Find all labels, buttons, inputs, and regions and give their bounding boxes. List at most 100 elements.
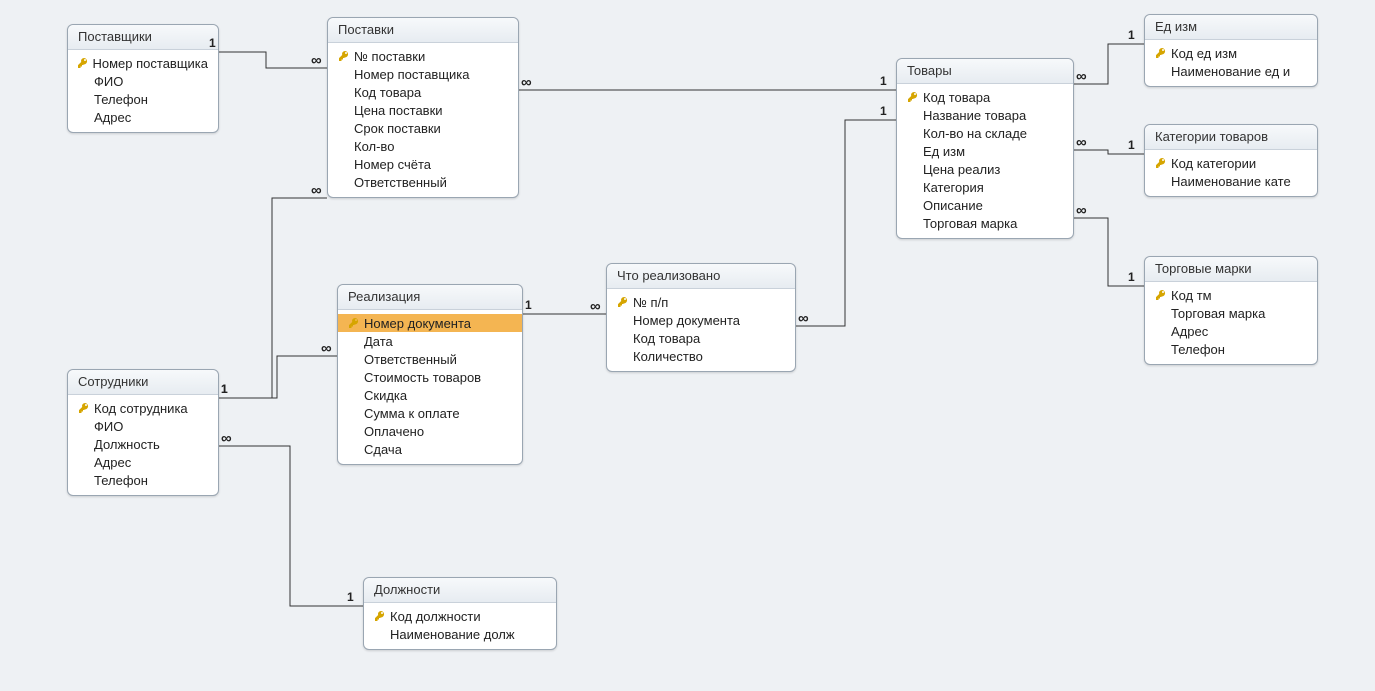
cardinality-label: ∞ [521, 74, 532, 91]
table-brands[interactable]: Торговые марки Код тмТорговая маркаАдресТ… [1144, 256, 1318, 365]
field-row[interactable]: Код ед изм [1145, 44, 1317, 62]
er-diagram-canvas[interactable]: ПоставщикиНомер поставщикаФИОТелефонАдре… [0, 0, 1375, 691]
field-row[interactable]: Сдача [338, 440, 522, 458]
field-row[interactable]: Код товара [897, 88, 1073, 106]
field-label: Ответственный [362, 352, 457, 367]
field-row[interactable]: Адрес [1145, 322, 1317, 340]
field-row[interactable]: Скидка [338, 386, 522, 404]
field-row[interactable]: Описание [897, 196, 1073, 214]
field-row[interactable]: ФИО [68, 72, 218, 90]
field-label: Кол-во [352, 139, 394, 154]
field-row[interactable]: Кол-во [328, 137, 518, 155]
relationship-line[interactable] [205, 52, 327, 68]
relationship-line[interactable] [1072, 150, 1144, 154]
table-sales[interactable]: Реализация Номер документаДата Ответственн… [337, 284, 523, 465]
field-row[interactable]: Номер документа [607, 311, 795, 329]
field-label: Номер счёта [352, 157, 431, 172]
field-row[interactable]: ФИО [68, 417, 218, 435]
cardinality-label: 1 [525, 298, 532, 312]
cardinality-label: ∞ [311, 52, 322, 69]
cardinality-label: 1 [880, 104, 887, 118]
field-row[interactable]: Должность [68, 435, 218, 453]
field-row[interactable]: Номер документа [338, 314, 522, 332]
table-units[interactable]: Ед изм Код ед измНаименование ед и [1144, 14, 1318, 87]
field-label: Описание [921, 198, 983, 213]
field-label: Код товара [631, 331, 700, 346]
table-goods[interactable]: Товары Код товараНазвание товараКол-во на… [896, 58, 1074, 239]
table-title[interactable]: Поставки [328, 18, 518, 43]
field-row[interactable]: Срок поставки [328, 119, 518, 137]
field-row[interactable]: Ответственный [328, 173, 518, 191]
relationship-line[interactable] [217, 198, 327, 398]
field-row[interactable]: Адрес [68, 453, 218, 471]
relationship-line[interactable] [217, 446, 363, 606]
field-row[interactable]: Дата [338, 332, 522, 350]
field-row[interactable]: Код категории [1145, 154, 1317, 172]
field-row[interactable]: Код тм [1145, 286, 1317, 304]
table-body: Номер документаДата ОтветственныйСтоимост… [338, 310, 522, 464]
table-title[interactable]: Поставщики [68, 25, 218, 50]
relationship-line[interactable] [1072, 44, 1144, 84]
field-label: Ответственный [352, 175, 447, 190]
cardinality-label: 1 [1128, 270, 1135, 284]
field-row[interactable]: Наименование долж [364, 625, 556, 643]
field-row[interactable]: Ед изм [897, 142, 1073, 160]
relationship-line[interactable] [1072, 218, 1144, 286]
field-row[interactable]: № п/п [607, 293, 795, 311]
table-suppliers[interactable]: Поставщики Номер поставщикаФИОТелефонАдре… [67, 24, 219, 133]
key-icon [336, 50, 352, 62]
field-row[interactable]: Количество [607, 347, 795, 365]
table-positions[interactable]: Должности Код должности Наименование долж [363, 577, 557, 650]
field-row[interactable]: Торговая марка [897, 214, 1073, 232]
cardinality-label: ∞ [311, 182, 322, 199]
table-title[interactable]: Сотрудники [68, 370, 218, 395]
field-row[interactable]: Торговая марка [1145, 304, 1317, 322]
field-row[interactable]: Адрес [68, 108, 218, 126]
table-sold[interactable]: Что реализовано № п/п Номер документа Код т… [606, 263, 796, 372]
field-label: Сумма к оплате [362, 406, 460, 421]
field-row[interactable]: Номер поставщика [68, 54, 218, 72]
table-title[interactable]: Торговые марки [1145, 257, 1317, 282]
relationship-line[interactable] [794, 120, 896, 326]
field-row[interactable]: Номер счёта [328, 155, 518, 173]
relationship-line[interactable] [217, 356, 337, 398]
cardinality-label: ∞ [221, 430, 232, 447]
field-row[interactable]: Кол-во на складе [897, 124, 1073, 142]
field-row[interactable]: Наименование кате [1145, 172, 1317, 190]
field-row[interactable]: Название товара [897, 106, 1073, 124]
table-title[interactable]: Реализация [338, 285, 522, 310]
table-title[interactable]: Должности [364, 578, 556, 603]
field-row[interactable]: Категория [897, 178, 1073, 196]
table-title[interactable]: Товары [897, 59, 1073, 84]
field-row[interactable]: Код товара [607, 329, 795, 347]
field-row[interactable]: Код сотрудника [68, 399, 218, 417]
table-categories[interactable]: Категории товаров Код категорииНаименован… [1144, 124, 1318, 197]
table-title[interactable]: Что реализовано [607, 264, 795, 289]
field-row[interactable]: № поставки [328, 47, 518, 65]
field-label: Ед изм [921, 144, 965, 159]
field-row[interactable]: Ответственный [338, 350, 522, 368]
field-row[interactable]: Код товара [328, 83, 518, 101]
table-title[interactable]: Категории товаров [1145, 125, 1317, 150]
field-label: Номер документа [631, 313, 740, 328]
field-row[interactable]: Сумма к оплате [338, 404, 522, 422]
key-icon [1153, 157, 1169, 169]
field-row[interactable]: Номер поставщика [328, 65, 518, 83]
field-row[interactable]: Телефон [68, 90, 218, 108]
field-row[interactable]: Цена реализ [897, 160, 1073, 178]
key-icon [1153, 47, 1169, 59]
cardinality-label: 1 [1128, 28, 1135, 42]
field-row[interactable]: Телефон [1145, 340, 1317, 358]
field-row[interactable]: Стоимость товаров [338, 368, 522, 386]
field-row[interactable]: Код должности [364, 607, 556, 625]
field-row[interactable]: Цена поставки [328, 101, 518, 119]
table-title[interactable]: Ед изм [1145, 15, 1317, 40]
field-label: Наименование долж [388, 627, 515, 642]
table-deliveries[interactable]: Поставки № поставкиНомер поставщикаКод то… [327, 17, 519, 198]
field-label: Цена поставки [352, 103, 443, 118]
field-row[interactable]: Телефон [68, 471, 218, 489]
field-label: № п/п [631, 295, 668, 310]
table-employees[interactable]: Сотрудники Код сотрудникаФИОДолжностьАдре… [67, 369, 219, 496]
field-row[interactable]: Наименование ед и [1145, 62, 1317, 80]
field-row[interactable]: Оплачено [338, 422, 522, 440]
